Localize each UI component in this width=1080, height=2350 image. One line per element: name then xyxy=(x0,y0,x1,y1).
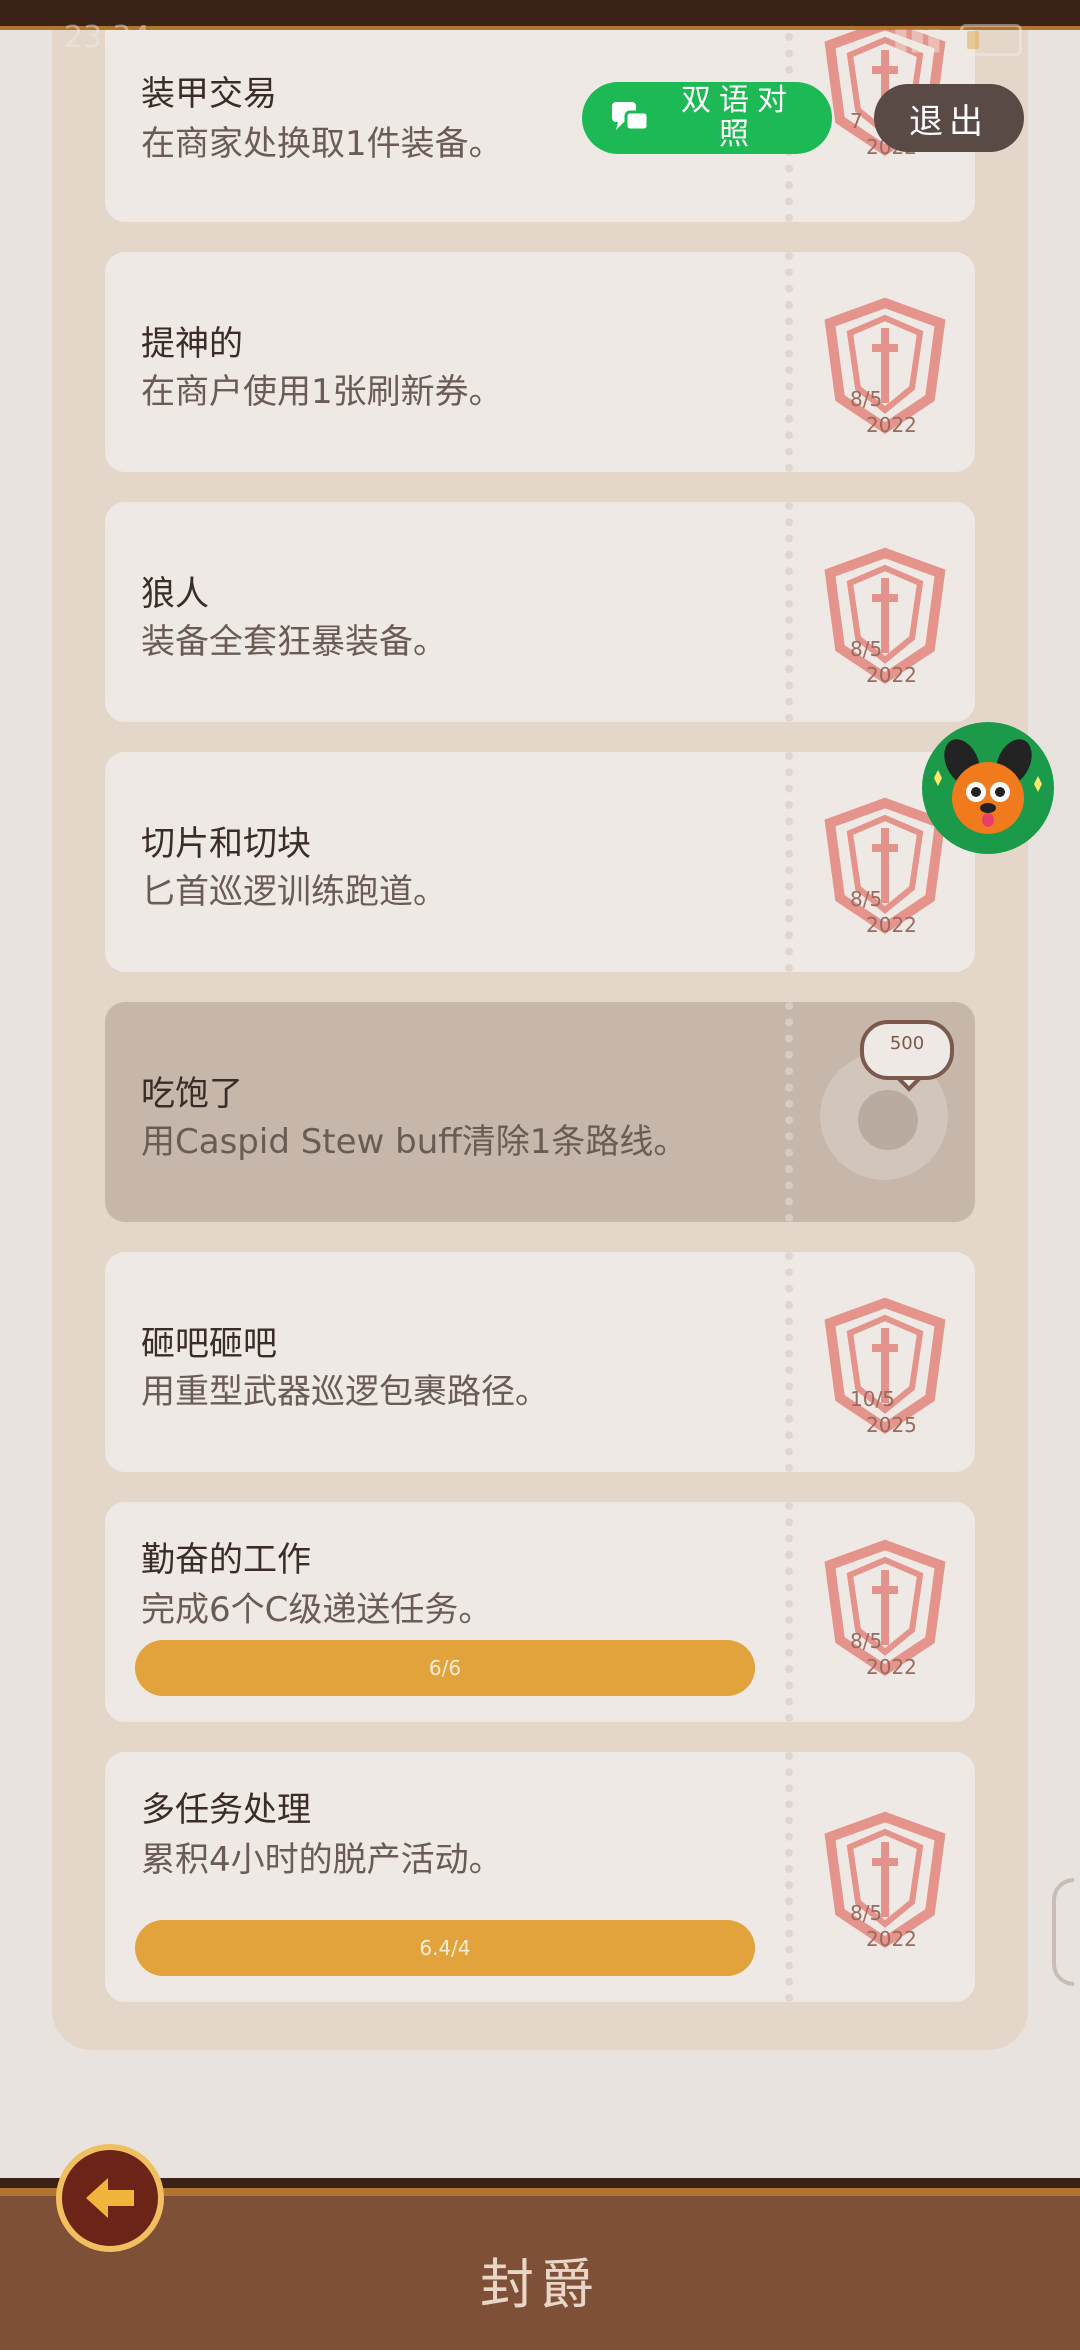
card-divider xyxy=(785,252,793,472)
achievement-title: 吃饱了 xyxy=(141,1074,243,1114)
bilingual-button[interactable]: 双语对照 xyxy=(582,82,832,154)
achievement-desc: 累积4小时的脱产活动。 xyxy=(141,1840,503,1880)
seal-stamp-icon: 8/5 2022 xyxy=(810,1802,960,1952)
edge-drawer-handle[interactable] xyxy=(1052,1878,1074,1986)
stamp-date: 10/5 2025 xyxy=(850,1386,917,1438)
back-button[interactable] xyxy=(56,2144,164,2252)
progress-bar: 6/6 xyxy=(135,1640,755,1696)
stamp-date-day: 8/5 xyxy=(850,387,883,411)
achievement-title: 砸吧砸吧 xyxy=(141,1324,277,1364)
reward-bubble: 500 xyxy=(860,1020,954,1080)
achievement-card[interactable]: 砸吧砸吧 用重型武器巡逻包裹路径。 10/5 2025 xyxy=(105,1252,975,1472)
achievement-desc: 完成6个C级递送任务。 xyxy=(141,1590,493,1630)
achievement-card[interactable]: 提神的 在商户使用1张刷新券。 8/5 2022 xyxy=(105,252,975,472)
seal-stamp-icon: 8/5 2022 xyxy=(810,288,960,438)
chat-bubbles-icon xyxy=(612,102,650,132)
seal-stamp-icon: 8/5 2022 xyxy=(810,538,960,688)
achievement-title: 装甲交易 xyxy=(141,74,277,114)
battery-icon xyxy=(960,23,1022,56)
stamp-date-year: 2022 xyxy=(866,1655,917,1679)
achievement-desc: 在商家处换取1件装备。 xyxy=(141,124,503,164)
achievement-card[interactable]: 多任务处理 累积4小时的脱产活动。 6.4/4 8/5 2022 xyxy=(105,1752,975,2002)
signal-icon: ▮▮▮ xyxy=(892,22,942,57)
card-divider xyxy=(785,502,793,722)
progress-bar: 6.4/4 xyxy=(135,1920,755,1976)
achievement-card[interactable]: 勤奋的工作 完成6个C级递送任务。 6/6 8/5 2022 xyxy=(105,1502,975,1722)
achievements-panel: 装甲交易 在商家处换取1件装备。 7 2022 提神的 在商户使用1张刷新券。 xyxy=(52,0,1028,2050)
stamp-date-day: 7 xyxy=(850,109,863,133)
stamp-date-day: 10/5 xyxy=(850,1387,895,1411)
achievement-card[interactable]: 狼人 装备全套狂暴装备。 8/5 2022 xyxy=(105,502,975,722)
stamp-date: 8/5 2022 xyxy=(850,636,917,688)
stamp-date-year: 2022 xyxy=(866,1927,917,1951)
status-time: 23:34 xyxy=(64,20,151,55)
stamp-date: 8/5 2022 xyxy=(850,886,917,938)
card-divider xyxy=(785,752,793,972)
exit-button[interactable]: 退出 xyxy=(874,84,1024,152)
bilingual-label: 双语对照 xyxy=(681,83,795,152)
achievement-desc: 用Caspid Stew buff清除1条路线。 xyxy=(141,1122,688,1162)
seal-stamp-icon: 8/5 2022 xyxy=(810,1530,960,1680)
page-title: 封爵 xyxy=(480,2253,600,2316)
achievement-desc: 装备全套狂暴装备。 xyxy=(141,622,447,662)
achievement-desc: 匕首巡逻训练跑道。 xyxy=(141,872,447,912)
achievement-desc: 用重型武器巡逻包裹路径。 xyxy=(141,1372,549,1412)
stamp-date-year: 2022 xyxy=(866,663,917,687)
stamp-date-day: 8/5 xyxy=(850,1629,883,1653)
achievement-card[interactable]: 切片和切块 匕首巡逻训练跑道。 8/5 2022 xyxy=(105,752,975,972)
card-divider xyxy=(785,1502,793,1722)
achievement-title: 多任务处理 xyxy=(141,1790,311,1830)
stamp-date-day: 8/5 xyxy=(850,637,883,661)
achievement-title: 提神的 xyxy=(141,324,243,364)
achievement-title: 勤奋的工作 xyxy=(141,1540,311,1580)
achievement-desc: 在商户使用1张刷新券。 xyxy=(141,372,503,412)
dog-face-icon xyxy=(934,739,1042,834)
arrow-left-icon xyxy=(86,2178,134,2218)
stamp-date-year: 2025 xyxy=(866,1413,917,1437)
achievement-card-locked[interactable]: 吃饱了 用Caspid Stew buff清除1条路线。 500 xyxy=(105,1002,975,1222)
achievement-title: 狼人 xyxy=(141,574,209,614)
achievement-title: 切片和切块 xyxy=(141,824,311,864)
stamp-date-year: 2022 xyxy=(866,413,917,437)
floating-assistant-avatar[interactable] xyxy=(922,722,1054,854)
seal-stamp-icon: 10/5 2025 xyxy=(810,1288,960,1438)
card-divider xyxy=(785,1002,793,1222)
stamp-date: 8/5 2022 xyxy=(850,1628,917,1680)
card-divider xyxy=(785,1752,793,2002)
status-icons: ▮▮▮ xyxy=(892,22,1022,57)
stamp-date-day: 8/5 xyxy=(850,887,883,911)
stamp-date: 8/5 2022 xyxy=(850,1900,917,1952)
card-divider xyxy=(785,1252,793,1472)
status-bar: 23:34 ▮▮▮ xyxy=(0,14,1080,62)
stamp-date-year: 2022 xyxy=(866,913,917,937)
stamp-date: 8/5 2022 xyxy=(850,386,917,438)
stamp-date-day: 8/5 xyxy=(850,1901,883,1925)
